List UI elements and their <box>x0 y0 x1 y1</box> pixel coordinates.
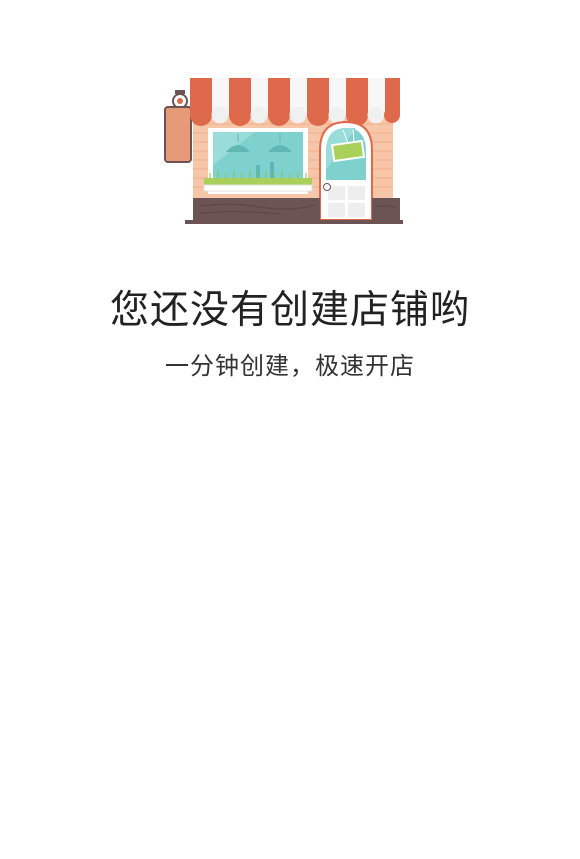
empty-state-title: 您还没有创建店铺哟 <box>109 288 470 333</box>
empty-state: 您还没有创建店铺哟 一分钟创建，极速开店 <box>0 0 580 859</box>
storefront-icon <box>164 78 403 224</box>
empty-state-subtitle: 一分钟创建，极速开店 <box>165 352 415 380</box>
